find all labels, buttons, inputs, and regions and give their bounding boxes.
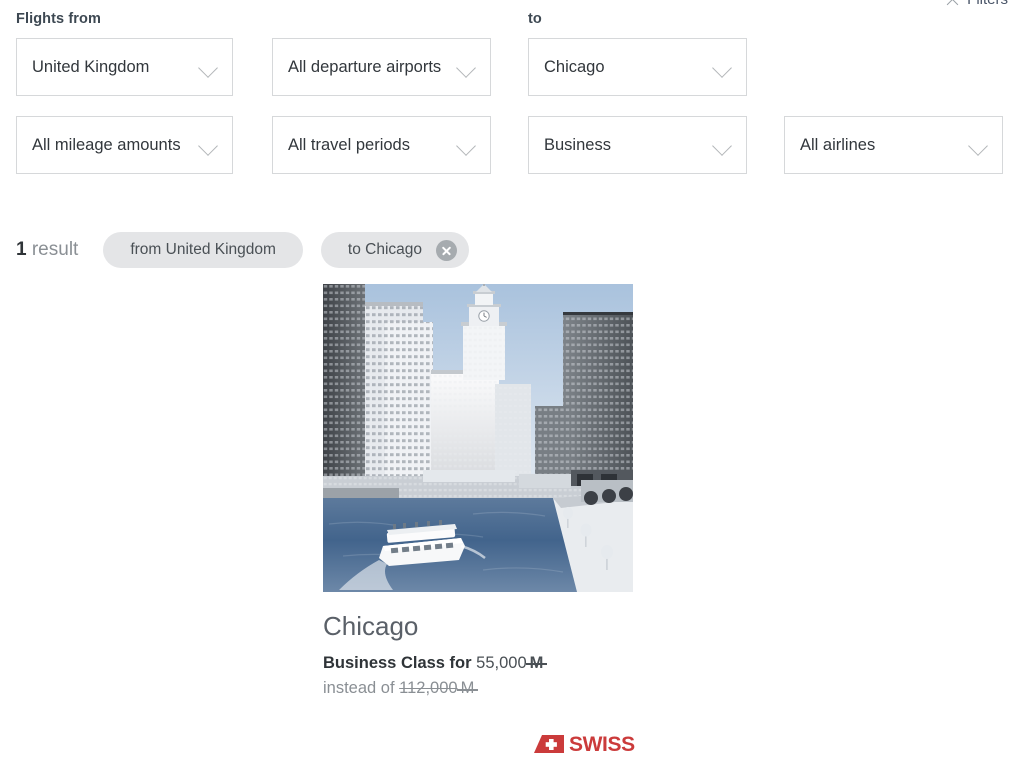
cabin-class-select[interactable]: Business — [528, 116, 747, 174]
results-summary-row: 1 result from United Kingdom to Chicago — [16, 232, 487, 268]
miles-and-more-symbol: M — [525, 652, 548, 674]
swiss-tailfin-icon — [534, 735, 564, 753]
offer-price-prefix: Business Class for — [323, 653, 472, 672]
mileage-amount-value: All mileage amounts — [32, 135, 181, 154]
chevron-down-icon — [968, 134, 990, 156]
departure-airport-select[interactable]: All departure airports — [272, 38, 491, 96]
offer-card[interactable]: Chicago Business Class for 55,000 M inste… — [323, 284, 633, 699]
close-circle-icon[interactable] — [436, 239, 458, 261]
filter-chip-destination-label: to Chicago — [347, 241, 423, 258]
flights-to-label: to — [528, 11, 542, 27]
swiss-wordmark: SWISS — [569, 732, 635, 756]
flights-from-label: Flights from — [16, 11, 101, 27]
airline-select[interactable]: All airlines — [784, 116, 1003, 174]
offer-original-price-line: instead of 112,000 M — [323, 677, 633, 699]
offer-price-amount: 55,000 — [476, 653, 527, 672]
filter-chip-origin-label: from United Kingdom — [130, 241, 276, 258]
filter-chip-destination[interactable]: to Chicago — [320, 232, 470, 268]
chevron-down-icon — [198, 134, 220, 156]
travel-period-select[interactable]: All travel periods — [272, 116, 491, 174]
close-x-icon — [945, 0, 960, 7]
offer-original-amount: 112,000 — [399, 679, 458, 698]
filters-toggle[interactable]: Filters — [945, 0, 1008, 8]
offer-price-line: Business Class for 55,000 M — [323, 652, 633, 674]
chevron-down-icon — [198, 56, 220, 78]
miles-and-more-symbol-original: M — [456, 677, 479, 699]
chevron-down-icon — [712, 56, 734, 78]
chicago-skyline-river-photo[interactable] — [323, 284, 633, 592]
travel-period-value: All travel periods — [288, 135, 410, 154]
offer-destination: Chicago — [323, 611, 419, 641]
photo-illustration — [323, 284, 633, 592]
filter-chip-origin[interactable]: from United Kingdom — [103, 232, 303, 268]
chevron-down-icon — [712, 134, 734, 156]
chevron-down-icon — [456, 134, 478, 156]
airline-value: All airlines — [800, 135, 876, 154]
cabin-class-value: Business — [544, 135, 611, 154]
swiss-logo: SWISS — [534, 733, 635, 755]
mileage-amount-select[interactable]: All mileage amounts — [16, 116, 233, 174]
departure-country-value: United Kingdom — [32, 57, 150, 76]
result-count-number: 1 — [16, 239, 27, 260]
departure-airport-value: All departure airports — [288, 57, 442, 76]
filters-label: Filters — [967, 0, 1008, 8]
result-count: 1 result — [16, 239, 78, 261]
destination-value: Chicago — [544, 57, 605, 76]
destination-select[interactable]: Chicago — [528, 38, 747, 96]
result-count-noun: result — [31, 239, 79, 260]
search-results-page: Filters Flights from to United Kingdom A… — [0, 0, 1024, 768]
chevron-down-icon — [456, 56, 478, 78]
instead-of-label: instead of — [323, 679, 395, 698]
departure-country-select[interactable]: United Kingdom — [16, 38, 233, 96]
